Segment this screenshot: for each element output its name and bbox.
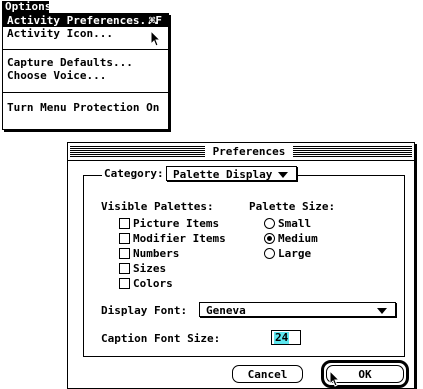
checkbox-box[interactable] — [119, 263, 130, 274]
menu-item-label: Activity Icon... — [7, 27, 113, 40]
visible-palettes-label: Visible Palettes: — [101, 200, 214, 213]
checkbox-label: Numbers — [133, 247, 180, 260]
caption-font-size-label: Caption Font Size: — [101, 332, 221, 345]
menu-item-shortcut: ⌘F — [148, 14, 162, 27]
menu-separator — [3, 49, 168, 50]
preferences-window: Preferences Category: Palette Display Vi… — [67, 142, 415, 389]
display-font-popup[interactable]: Geneva — [199, 302, 396, 317]
menu-item-label: Turn Menu Protection On — [7, 101, 160, 114]
radio-label: Large — [278, 247, 312, 260]
menu-item-capture-defaults[interactable]: Capture Defaults... — [3, 56, 168, 69]
pointer-cursor-icon — [150, 30, 162, 47]
caption-font-size-input[interactable]: 24 — [271, 330, 301, 345]
palette-size-label: Palette Size: — [249, 200, 336, 213]
checkbox-label: Sizes — [133, 262, 167, 275]
menu-item-label: Activity Preferences... — [7, 14, 160, 27]
radio-button-selected[interactable] — [264, 233, 275, 244]
options-menu-title-text: Options — [5, 0, 52, 13]
checkbox-box[interactable] — [119, 233, 130, 244]
popup-arrow-icon — [278, 172, 288, 178]
display-font-value: Geneva — [206, 304, 246, 317]
checkbox-box[interactable] — [119, 278, 130, 289]
caption-font-size-value: 24 — [274, 331, 290, 344]
category-value: Palette Display — [173, 168, 273, 181]
menu-item-choose-voice[interactable]: Choose Voice... — [3, 69, 168, 82]
options-menu: Activity Preferences... ⌘F Activity Icon… — [2, 13, 169, 130]
cancel-button-label: Cancel — [247, 368, 288, 381]
cancel-button[interactable]: Cancel — [232, 365, 303, 383]
radio-label: Small — [278, 217, 312, 230]
popup-arrow-icon — [377, 308, 387, 314]
menu-separator — [3, 92, 168, 93]
window-title: Preferences — [205, 145, 293, 159]
menu-item-turn-menu-protection-on[interactable]: Turn Menu Protection On — [3, 101, 168, 114]
pointer-cursor-icon — [329, 370, 341, 387]
display-font-label: Display Font: — [101, 304, 188, 317]
checkbox-label: Modifier Items — [133, 232, 226, 245]
checkbox-label: Picture Items — [133, 217, 220, 230]
checkbox-box[interactable] — [119, 218, 130, 229]
radio-label: Medium — [278, 232, 318, 245]
menu-item-activity-preferences[interactable]: Activity Preferences... ⌘F — [3, 14, 168, 27]
radio-button[interactable] — [264, 248, 275, 259]
checkbox-label: Colors — [133, 277, 173, 290]
category-popup[interactable]: Palette Display — [166, 166, 297, 181]
ok-button-label: OK — [358, 368, 372, 381]
menu-item-activity-icon[interactable]: Activity Icon... — [3, 27, 168, 40]
options-menu-title[interactable]: Options — [2, 0, 52, 13]
checkbox-box[interactable] — [119, 248, 130, 259]
menu-item-label: Capture Defaults... — [7, 56, 133, 69]
menu-item-label: Choose Voice... — [7, 69, 107, 82]
radio-button[interactable] — [264, 218, 275, 229]
category-label: Category: — [102, 167, 166, 180]
